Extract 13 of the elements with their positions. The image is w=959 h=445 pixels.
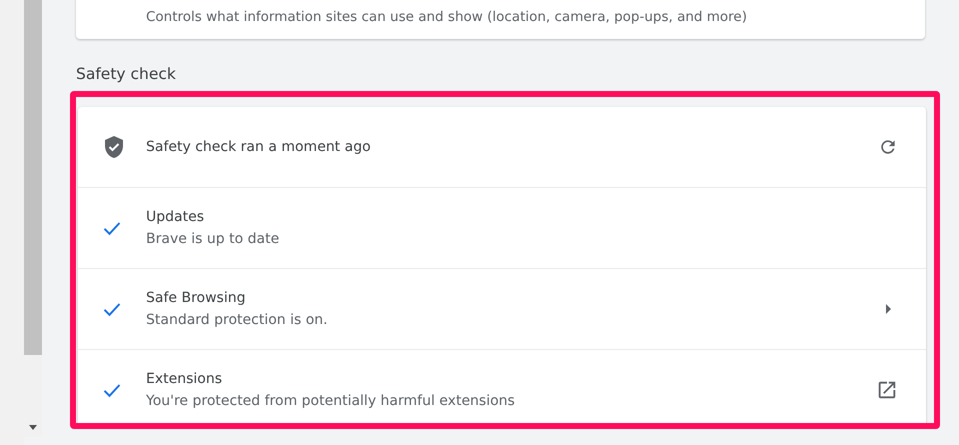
row-subtitle: Standard protection is on. [146, 312, 329, 328]
row-title: Safe Browsing [146, 290, 246, 306]
scroll-down-icon[interactable] [28, 423, 38, 431]
section-title: Safety check [76, 65, 177, 83]
external-link-icon [876, 379, 898, 401]
row-subtitle: Brave is up to date [146, 231, 280, 247]
row-title: Updates [146, 209, 205, 225]
card-description: Controls what information sites can use and show (location, camera, pop-ups, and more) [146, 9, 748, 25]
triangle-right-icon [886, 304, 891, 314]
row-title: Extensions [146, 371, 224, 387]
row-title: Safety check ran a moment ago [146, 139, 372, 155]
row-subtitle: You're protected from potentially harmful extensions [146, 393, 516, 409]
shield-check-icon [102, 135, 126, 159]
